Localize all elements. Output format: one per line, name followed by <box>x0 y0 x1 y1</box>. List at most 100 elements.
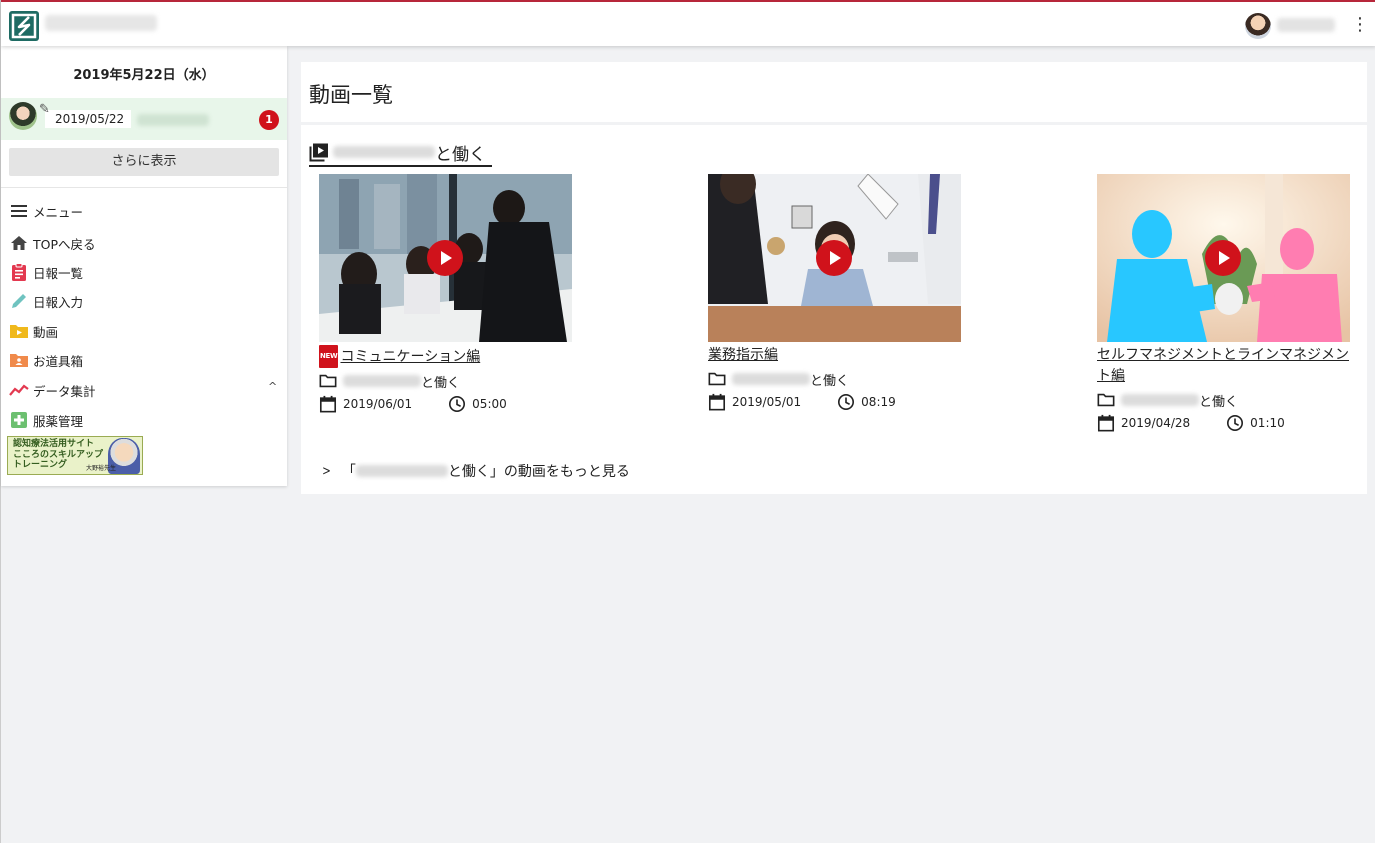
more-videos-link[interactable]: > 「 と働く」の動画をもっと見る <box>321 461 630 481</box>
top-bar: ⋮ <box>1 0 1375 46</box>
clock-icon <box>1227 414 1244 432</box>
video-thumbnail[interactable] <box>708 174 961 342</box>
video-date: 2019/05/01 <box>732 395 802 409</box>
sidebar-item-report-list[interactable]: 日報一覧 <box>9 261 83 283</box>
category-name-redacted <box>732 373 810 385</box>
video-thumbnail[interactable] <box>319 174 572 342</box>
video-card[interactable]: NEW コミュニケーション編 と働く 2019/06/01 05:00 <box>319 174 572 414</box>
user-name-redacted[interactable] <box>1277 18 1335 32</box>
sidebar-divider <box>1 187 287 188</box>
trend-chart-icon <box>9 380 29 400</box>
section-tab[interactable]: と働く <box>309 139 492 167</box>
page-title: 動画一覧 <box>309 83 393 107</box>
play-icon[interactable] <box>816 240 852 276</box>
video-library-icon <box>309 143 328 162</box>
page-title-panel: 動画一覧 <box>301 62 1367 122</box>
video-folder-icon <box>9 321 29 341</box>
new-badge: NEW <box>319 345 339 368</box>
category-suffix: と働く <box>810 373 850 389</box>
video-title-link[interactable]: NEW コミュニケーション編 <box>319 345 572 368</box>
video-date: 2019/06/01 <box>343 397 413 411</box>
clipboard-icon <box>9 262 29 282</box>
sidebar-item-label: 動画 <box>33 324 59 340</box>
sidebar-item-videos[interactable]: 動画 <box>9 320 58 342</box>
sidebar-item-toolbox[interactable]: お道具箱 <box>9 349 83 371</box>
notification-badge: 1 <box>259 110 279 130</box>
video-title-link[interactable]: 業務指示編 <box>708 345 961 366</box>
menu-header-label: メニュー <box>33 204 84 220</box>
home-icon <box>9 233 29 253</box>
pencil-icon[interactable]: ✎ <box>39 102 50 117</box>
sidebar-item-label: 服薬管理 <box>33 413 84 429</box>
report-name-redacted <box>137 114 209 126</box>
user-avatar[interactable] <box>1245 13 1271 39</box>
video-duration: 08:19 <box>861 395 896 409</box>
pencil-icon <box>9 291 29 311</box>
sidebar-date-heading: 2019年5月22日（水） <box>73 68 215 83</box>
hamburger-icon <box>9 201 29 221</box>
video-date: 2019/04/28 <box>1121 416 1191 430</box>
video-duration: 05:00 <box>472 397 507 411</box>
more-link-prefix: 「 <box>341 464 356 480</box>
sidebar-item-label: データ集計 <box>33 383 96 399</box>
video-meta: 2019/04/28 01:10 <box>1097 413 1350 433</box>
calendar-icon <box>1097 414 1115 432</box>
category-name-redacted <box>1121 394 1199 406</box>
clock-icon <box>449 395 466 413</box>
brand-logo-icon[interactable] <box>9 11 39 41</box>
sidebar-item-label: TOPへ戻る <box>33 236 96 252</box>
folder-icon <box>1097 393 1115 407</box>
play-icon[interactable] <box>1205 240 1241 276</box>
calendar-icon <box>708 393 726 411</box>
company-name-redacted <box>45 15 157 31</box>
video-category: と働く <box>319 371 572 391</box>
sidebar: 2019年5月22日（水） 2019/05/22 ✎ 1 さらに表示 メニュー … <box>1 46 287 486</box>
play-icon[interactable] <box>427 240 463 276</box>
video-meta: 2019/06/01 05:00 <box>319 394 572 414</box>
banner-caption: 大野裕先生 <box>85 465 116 472</box>
sidebar-item-label: 日報入力 <box>33 294 84 310</box>
video-title: セルフマネジメントとラインマネジメント編 <box>1097 347 1349 384</box>
clock-icon <box>838 393 855 411</box>
category-suffix: と働く <box>1199 394 1239 410</box>
video-title-link[interactable]: セルフマネジメントとラインマネジメント編 <box>1097 345 1350 387</box>
videos-panel: と働く NEW コミュニケーション編 と働く 2019/06/01 05:00 … <box>301 125 1367 494</box>
daily-report-row[interactable]: 2019/05/22 ✎ 1 <box>1 98 287 140</box>
report-avatar <box>9 102 37 130</box>
cognitive-therapy-banner[interactable]: 認知療法活用サイト こころのスキルアップ トレーニング 大野裕先生 <box>7 436 143 475</box>
category-name-redacted <box>343 375 421 387</box>
section-name-redacted <box>333 146 435 158</box>
section-label: と働く <box>435 144 486 165</box>
sidebar-item-data-summary[interactable]: データ集計 <box>9 379 96 401</box>
sidebar-item-report-input[interactable]: 日報入力 <box>9 290 83 312</box>
sidebar-item-label: 日報一覧 <box>33 265 84 281</box>
chevron-right-icon: > <box>322 463 331 479</box>
video-thumbnail[interactable] <box>1097 174 1350 342</box>
report-date: 2019/05/22 <box>45 110 131 128</box>
video-card[interactable]: 業務指示編 と働く 2019/05/01 08:19 <box>708 174 961 412</box>
video-title: 業務指示編 <box>708 347 778 363</box>
sidebar-item-top[interactable]: TOPへ戻る <box>9 232 96 254</box>
video-category: と働く <box>708 369 961 389</box>
banner-line: こころのスキルアップ <box>13 449 104 460</box>
folder-icon <box>319 374 337 388</box>
sidebar-item-label: お道具箱 <box>33 353 84 369</box>
calendar-icon <box>319 395 337 413</box>
video-category: と働く <box>1097 390 1350 410</box>
video-title: コミュニケーション編 <box>340 349 481 365</box>
folder-icon <box>708 372 726 386</box>
more-link-label: と働く」の動画をもっと見る <box>447 464 630 480</box>
banner-line: 認知療法活用サイト <box>13 439 95 449</box>
medical-plus-icon <box>9 410 29 430</box>
collapse-caret-icon[interactable]: ^ <box>268 380 277 393</box>
kebab-menu-icon[interactable]: ⋮ <box>1351 15 1369 35</box>
show-more-button[interactable]: さらに表示 <box>9 148 279 176</box>
category-name-redacted <box>355 465 448 477</box>
video-meta: 2019/05/01 08:19 <box>708 392 961 412</box>
category-suffix: と働く <box>421 375 461 391</box>
sidebar-item-medication[interactable]: 服薬管理 <box>9 409 83 431</box>
video-card[interactable]: セルフマネジメントとラインマネジメント編 と働く 2019/04/28 01:1… <box>1097 174 1350 433</box>
menu-header[interactable]: メニュー <box>9 200 83 222</box>
toolbox-folder-icon <box>9 350 29 370</box>
video-duration: 01:10 <box>1250 416 1285 430</box>
